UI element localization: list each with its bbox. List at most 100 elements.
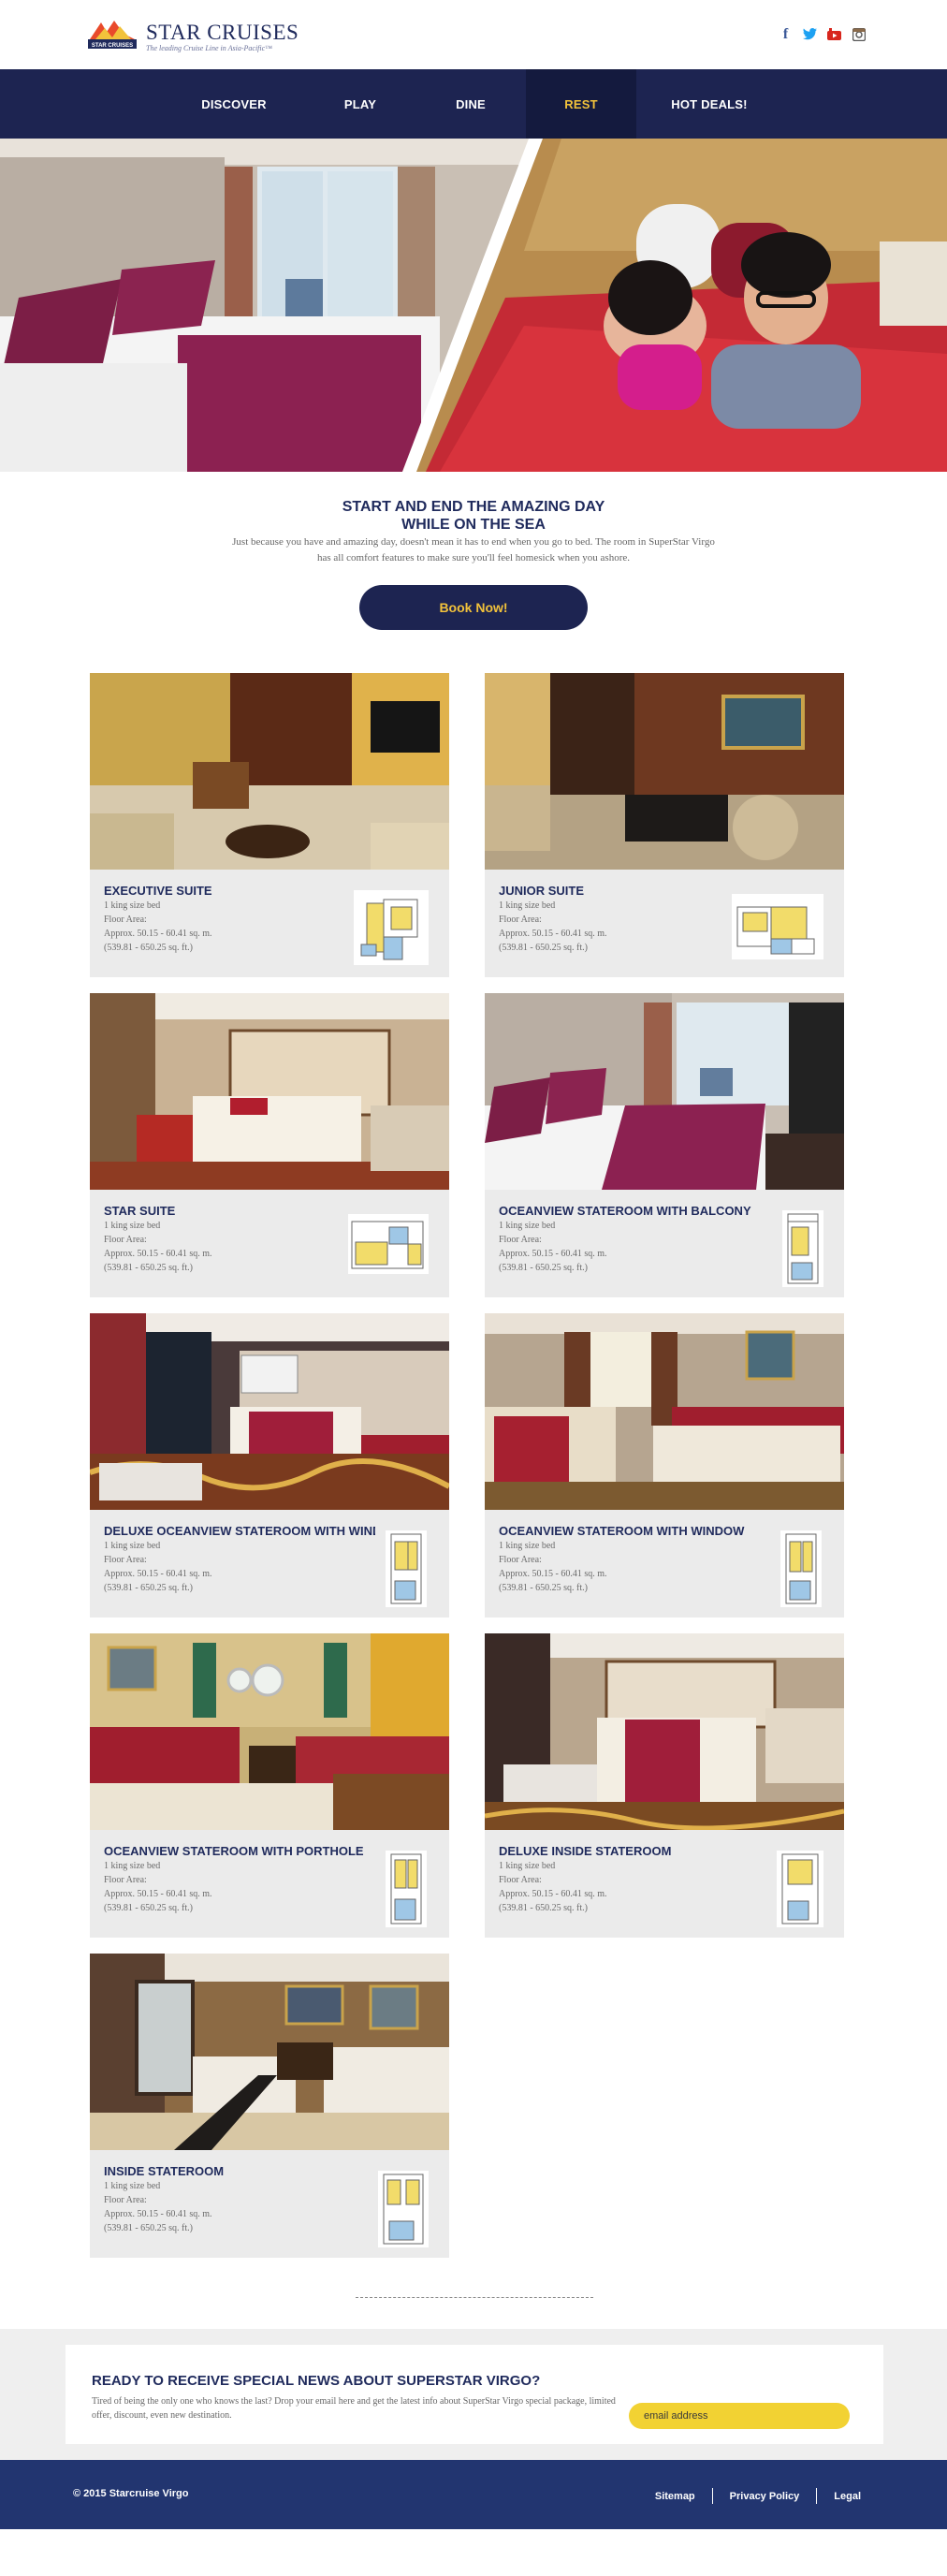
- room-area-label: Floor Area:: [104, 915, 147, 925]
- room-area-m: Approx. 50.15 - 60.41 sq. m.: [104, 1569, 212, 1579]
- room-area-label: Floor Area:: [104, 2195, 147, 2205]
- intro-title-line1: START AND END THE AMAZING DAY: [342, 499, 605, 515]
- social-links: f: [778, 26, 867, 42]
- room-area-ft: (539.81 - 650.25 sq. ft.): [104, 943, 193, 953]
- floor-plan-icon: [386, 1851, 427, 1927]
- room-card-deluxe-inside[interactable]: DELUXE INSIDE STATEROOM 1 king size bed …: [485, 1633, 844, 1938]
- room-area-m: Approx. 50.15 - 60.41 sq. m.: [499, 1249, 607, 1259]
- room-photo: [485, 993, 844, 1190]
- logo-mark-icon: STAR CRUISES: [88, 21, 137, 49]
- room-title: INSIDE STATEROOM: [104, 2164, 225, 2178]
- room-title: DELUXE INSIDE STATEROOM: [499, 1844, 672, 1858]
- room-title: OCEANVIEW STATEROOM WITH PORTHOLE: [104, 1844, 364, 1858]
- room-title: EXECUTIVE SUITE: [104, 884, 212, 898]
- room-area-ft: (539.81 - 650.25 sq. ft.): [499, 1903, 588, 1913]
- brand-name: STAR CRUISES: [146, 21, 299, 44]
- floor-plan-icon: [386, 1530, 427, 1607]
- room-bed: 1 king size bed: [499, 1861, 556, 1871]
- room-area-m: Approx. 50.15 - 60.41 sq. m.: [104, 2209, 212, 2219]
- room-area-ft: (539.81 - 650.25 sq. ft.): [499, 943, 588, 953]
- room-title: STAR SUITE: [104, 1204, 176, 1218]
- room-area-m: Approx. 50.15 - 60.41 sq. m.: [499, 1569, 607, 1579]
- intro-title: START AND END THE AMAZING DAY WHILE ON T…: [0, 498, 947, 534]
- room-title: JUNIOR SUITE: [499, 884, 585, 898]
- nav-item-rest[interactable]: REST: [526, 69, 636, 139]
- room-area-label: Floor Area:: [499, 1235, 542, 1245]
- room-photo: [90, 993, 449, 1190]
- brand-tagline: The leading Cruise Line in Asia-Pacific™: [146, 44, 273, 52]
- room-area-ft: (539.81 - 650.25 sq. ft.): [104, 1583, 193, 1593]
- floor-plan-icon: [348, 1214, 429, 1274]
- room-bed: 1 king size bed: [499, 1221, 556, 1231]
- newsletter-title: READY TO RECEIVE SPECIAL NEWS ABOUT SUPE…: [92, 2373, 541, 2389]
- footer-separator: [816, 2488, 818, 2504]
- room-title: OCEANVIEW STATEROOM WITH WINDOW: [499, 1524, 745, 1538]
- section-divider: [356, 2297, 593, 2298]
- footer-link-privacy-policy[interactable]: Privacy Policy: [730, 2491, 800, 2502]
- floor-plan-icon: [732, 894, 823, 959]
- room-card-star-suite[interactable]: STAR SUITE 1 king size bed Floor Area: A…: [90, 993, 449, 1297]
- room-area-label: Floor Area:: [499, 915, 542, 925]
- footer-link-sitemap[interactable]: Sitemap: [655, 2491, 695, 2502]
- room-card-junior-suite[interactable]: JUNIOR SUITE 1 king size bed Floor Area:…: [485, 673, 844, 977]
- room-area-m: Approx. 50.15 - 60.41 sq. m.: [499, 1889, 607, 1899]
- facebook-icon[interactable]: f: [778, 26, 794, 42]
- main-nav: DISCOVER PLAY DINE REST HOT DEALS!: [0, 69, 947, 139]
- room-area-m: Approx. 50.15 - 60.41 sq. m.: [104, 929, 212, 939]
- room-area-ft: (539.81 - 650.25 sq. ft.): [104, 1903, 193, 1913]
- room-photo: [90, 1313, 449, 1510]
- youtube-icon[interactable]: [826, 26, 842, 42]
- nav-item-discover[interactable]: DISCOVER: [187, 69, 281, 139]
- site-footer: © 2015 Starcruise Virgo Sitemap Privacy …: [0, 2460, 947, 2529]
- nav-item-dine[interactable]: DINE: [433, 69, 508, 139]
- floor-plan-icon: [777, 1851, 823, 1927]
- hero-image: [0, 139, 947, 472]
- email-input[interactable]: [629, 2403, 850, 2429]
- room-card-deluxe-oceanview-window[interactable]: DELUXE OCEANVIEW STATEROOM WITH WINDOW 1…: [90, 1313, 449, 1617]
- room-area-m: Approx. 50.15 - 60.41 sq. m.: [104, 1249, 212, 1259]
- room-bed: 1 king size bed: [104, 1221, 161, 1231]
- room-bed: 1 king size bed: [499, 900, 556, 911]
- book-now-button[interactable]: Book Now!: [359, 585, 588, 630]
- floor-plan-icon: [782, 1210, 823, 1287]
- room-area-m: Approx. 50.15 - 60.41 sq. m.: [104, 1889, 212, 1899]
- room-area-ft: (539.81 - 650.25 sq. ft.): [499, 1583, 588, 1593]
- newsletter-text: Tired of being the only one who knows th…: [92, 2396, 616, 2421]
- copyright-text: © 2015 Starcruise Virgo: [73, 2488, 189, 2499]
- room-card-inside[interactable]: INSIDE STATEROOM 1 king size bed Floor A…: [90, 1954, 449, 2258]
- footer-links: Sitemap Privacy Policy Legal: [655, 2488, 861, 2504]
- room-area-ft: (539.81 - 650.25 sq. ft.): [499, 1263, 588, 1273]
- room-bed: 1 king size bed: [104, 900, 161, 911]
- room-area-label: Floor Area:: [104, 1555, 147, 1565]
- instagram-icon[interactable]: [851, 26, 867, 42]
- twitter-icon[interactable]: [802, 26, 818, 42]
- room-card-oceanview-balcony[interactable]: OCEANVIEW STATEROOM WITH BALCONY 1 king …: [485, 993, 844, 1297]
- floor-plan-icon: [354, 890, 429, 965]
- brand-logo[interactable]: STAR CRUISES STAR CRUISES The leading Cr…: [88, 17, 299, 54]
- room-area-ft: (539.81 - 650.25 sq. ft.): [104, 1263, 193, 1273]
- room-bed: 1 king size bed: [499, 1541, 556, 1551]
- room-photo: [90, 673, 449, 870]
- room-area-label: Floor Area:: [104, 1875, 147, 1885]
- room-bed: 1 king size bed: [104, 1541, 161, 1551]
- nav-item-play[interactable]: PLAY: [323, 69, 398, 139]
- logo-badge-text: STAR CRUISES: [92, 43, 133, 49]
- room-photo: [90, 1633, 449, 1830]
- room-photo: [485, 673, 844, 870]
- room-area-label: Floor Area:: [499, 1555, 542, 1565]
- room-photo: [485, 1313, 844, 1510]
- room-card-oceanview-porthole[interactable]: OCEANVIEW STATEROOM WITH PORTHOLE 1 king…: [90, 1633, 449, 1938]
- room-area-ft: (539.81 - 650.25 sq. ft.): [104, 2223, 193, 2233]
- room-title: OCEANVIEW STATEROOM WITH BALCONY: [499, 1204, 751, 1218]
- room-card-executive-suite[interactable]: EXECUTIVE SUITE 1 king size bed Floor Ar…: [90, 673, 449, 977]
- site-header: STAR CRUISES STAR CRUISES The leading Cr…: [0, 0, 947, 69]
- room-area-label: Floor Area:: [499, 1875, 542, 1885]
- room-photo: [90, 1954, 449, 2150]
- room-card-oceanview-window[interactable]: OCEANVIEW STATEROOM WITH WINDOW 1 king s…: [485, 1313, 844, 1617]
- floor-plan-icon: [378, 2171, 429, 2247]
- room-bed: 1 king size bed: [104, 1861, 161, 1871]
- room-title: DELUXE OCEANVIEW STATEROOM WITH WINDOW: [104, 1524, 375, 1538]
- intro-text: Just because you have and amazing day, d…: [232, 536, 715, 564]
- footer-link-legal[interactable]: Legal: [834, 2491, 861, 2502]
- nav-item-hot-deals[interactable]: HOT DEALS!: [655, 69, 764, 139]
